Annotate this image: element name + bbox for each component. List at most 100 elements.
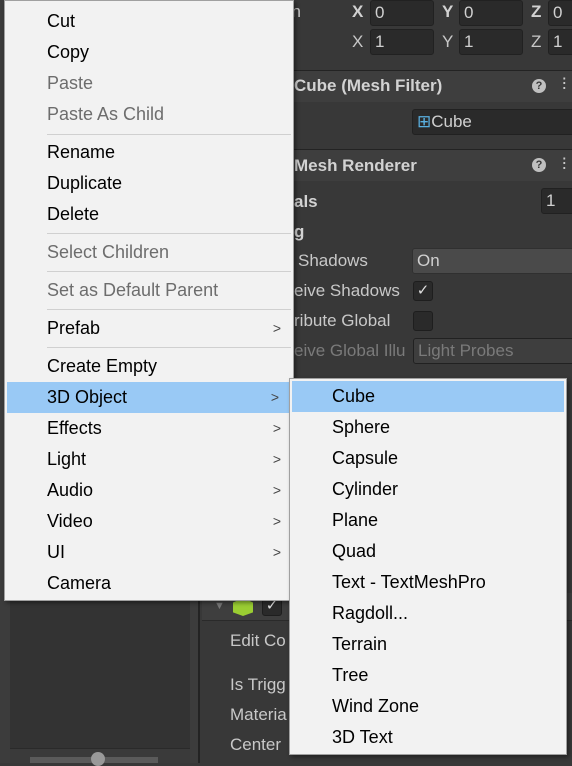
scale-x-field[interactable]: 1 [370,29,434,55]
submenu-item-label: Plane [332,510,379,530]
scale-z-field[interactable]: 1 [548,29,572,55]
z-label: Z [531,2,542,21]
menu-separator [47,134,291,135]
position-z-field[interactable]: 0 [548,0,572,26]
submenu-item-label: Cylinder [332,479,399,499]
submenu-item-label: Capsule [332,448,399,468]
scale-x-label: X [352,32,364,51]
menu-item-label: 3D Object [47,387,128,407]
menu-item-light[interactable]: Light > [5,444,293,475]
submenu-item-3d-text[interactable]: 3D Text [290,722,566,753]
submenu-item-plane[interactable]: Plane [290,505,566,536]
submenu-item-terrain[interactable]: Terrain [290,629,566,660]
menu-item-label: Select Children [47,242,170,262]
menu-item-label: Delete [47,204,100,224]
submenu-item-ragdoll-[interactable]: Ragdoll... [290,598,566,629]
menu-item-paste: Paste [5,68,293,99]
submenu-item-label: 3D Text [332,727,393,747]
menu-separator [47,271,291,272]
mesh-filter-title: Cube (Mesh Filter) [294,76,443,95]
cast-shadows-dropdown[interactable]: On [412,248,572,274]
materials-count[interactable]: 1 [541,188,572,214]
menu-item-cut[interactable]: Cut [5,6,293,37]
menu-item-label: Camera [47,573,112,593]
menu-item-label: Duplicate [47,173,123,193]
receive-gi-label: eive Global Illu [294,341,406,360]
menu-item-duplicate[interactable]: Duplicate [5,168,293,199]
menu-item-label: Copy [47,42,90,62]
settings-icon[interactable]: ⫶ [562,155,566,175]
submenu-item-text-textmeshpro[interactable]: Text - TextMeshPro [290,567,566,598]
submenu-item-quad[interactable]: Quad [290,536,566,567]
submenu-item-wind-zone[interactable]: Wind Zone [290,691,566,722]
cast-shadows-label: Shadows [298,251,368,270]
chevron-right-icon: > [272,482,281,498]
submenu-item-label: Ragdoll... [332,603,409,623]
menu-item-copy[interactable]: Copy [5,37,293,68]
menu-item-rename[interactable]: Rename [5,137,293,168]
context-menu: Cut Copy Paste Paste As Child Rename Duplicat… [4,0,294,601]
contribute-gi-label: ribute Global [294,311,391,330]
menu-item-label: Paste [47,73,94,93]
submenu-item-label: Quad [332,541,377,561]
menu-separator [47,347,291,348]
menu-item-video[interactable]: Video > [5,506,293,537]
submenu-item-label: Wind Zone [332,696,420,716]
settings-icon[interactable]: ⫶ [562,75,566,95]
menu-item-effects[interactable]: Effects > [5,413,293,444]
menu-separator [47,309,291,310]
submenu-item-label: Tree [332,665,369,685]
position-x-field[interactable]: 0 [370,0,434,26]
menu-item-label: Set as Default Parent [47,280,219,300]
menu-item-label: Audio [47,480,94,500]
help-icon[interactable]: ? [532,79,546,93]
mesh-grid-icon: ⊞ [417,112,432,131]
scale-y-label: Y [442,32,454,51]
slider-handle[interactable] [91,752,105,766]
menu-item-label: Paste As Child [47,104,165,124]
x-label: X [352,2,364,21]
menu-item-label: Cut [47,11,76,31]
submenu-item-cube[interactable]: Cube [292,381,564,412]
scale-y-field[interactable]: 1 [459,29,523,55]
menu-separator [47,233,291,234]
menu-item-audio[interactable]: Audio > [5,475,293,506]
mesh-renderer-title: Mesh Renderer [294,156,417,175]
menu-item-label: Video [47,511,93,531]
submenu-item-cylinder[interactable]: Cylinder [290,474,566,505]
submenu-item-tree[interactable]: Tree [290,660,566,691]
menu-item-delete[interactable]: Delete [5,199,293,230]
chevron-right-icon: > [272,420,281,436]
menu-item-camera[interactable]: Camera [5,568,293,599]
chevron-right-icon: > [272,451,281,467]
lighting-label: g [294,222,305,241]
is-trigger-label: Is Trigg [230,675,286,694]
3d-object-submenu: Cube Sphere Capsule Cylinder Plane Quad Text -… [289,378,567,755]
chevron-right-icon: > [270,389,279,405]
contribute-gi-checkbox[interactable] [413,311,433,331]
submenu-item-label: Cube [332,386,376,406]
scale-z-label: Z [531,32,542,51]
submenu-item-sphere[interactable]: Sphere [290,412,566,443]
chevron-right-icon: > [272,320,281,336]
submenu-item-label: Terrain [332,634,388,654]
receive-shadows-checkbox[interactable]: ✓ [413,281,433,301]
y-label: Y [442,2,454,21]
menu-item-prefab[interactable]: Prefab > [5,313,293,344]
position-y-field[interactable]: 0 [459,0,523,26]
foldout-arrow-icon[interactable]: ▼ [214,600,225,612]
mesh-field[interactable]: ⊞Cube [412,109,572,135]
menu-item-select-children: Select Children [5,237,293,268]
menu-item-3d-object[interactable]: 3D Object > [7,382,291,413]
materials-label: als [294,192,318,211]
receive-gi-dropdown: Light Probes [413,338,572,364]
receive-shadows-label: eive Shadows [294,281,400,300]
submenu-item-capsule[interactable]: Capsule [290,443,566,474]
menu-item-ui[interactable]: UI > [5,537,293,568]
menu-item-label: Effects [47,418,102,438]
menu-item-create-empty[interactable]: Create Empty [5,351,293,382]
help-icon[interactable]: ? [532,158,546,172]
menu-item-label: UI [47,542,65,562]
submenu-item-label: Sphere [332,417,391,437]
menu-item-label: Create Empty [47,356,158,376]
